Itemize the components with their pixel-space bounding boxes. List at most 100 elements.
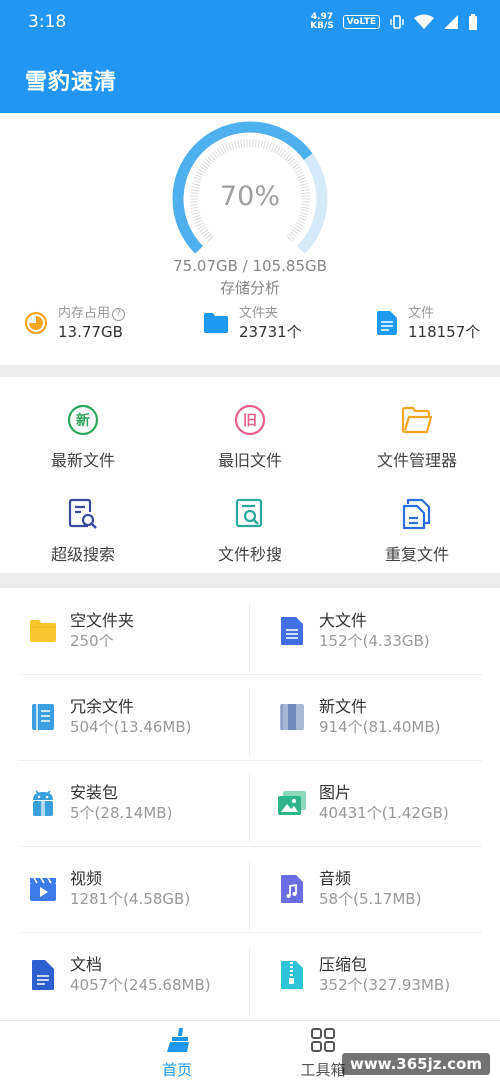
new-file-icon — [280, 704, 304, 730]
bottom-nav: 首页 工具箱 www.365jz.com — [0, 1020, 500, 1083]
gauge-tick — [297, 219, 306, 224]
audio-icon — [281, 875, 303, 903]
category-name: 新文件 — [319, 697, 368, 716]
gauge-tick — [233, 140, 238, 149]
category-apk[interactable]: 安装包 5个(28.14MB) — [28, 760, 268, 846]
battery-icon — [469, 14, 477, 30]
stat-files[interactable]: 文件 118157个 — [376, 305, 480, 341]
stat-folders[interactable]: 文件夹 23731个 — [203, 305, 302, 341]
gauge-tick — [193, 217, 202, 221]
help-icon[interactable]: ? — [112, 308, 126, 321]
svg-text:新: 新 — [76, 412, 90, 429]
file-icon — [377, 311, 397, 335]
status-time: 3:18 — [28, 12, 67, 32]
status-bar: 3:18 4.97 KB/S VoLTE — [0, 0, 500, 44]
gauge-tick — [268, 142, 272, 151]
category-archives[interactable]: 压缩包 352个(327.93MB) — [277, 932, 500, 1018]
signal-icon — [444, 15, 458, 29]
gauge-tick — [243, 139, 246, 148]
volte-icon: VoLTE — [342, 15, 380, 29]
category-empty-folders[interactable]: 空文件夹 250个 — [28, 588, 268, 674]
category-count: 1281个(4.58GB) — [70, 890, 191, 908]
folder-open-icon — [401, 406, 433, 434]
nav-home[interactable]: 首页 — [127, 1027, 227, 1080]
tool-file-manager[interactable]: 文件管理器 — [334, 403, 500, 471]
duplicate-files-icon — [402, 498, 431, 530]
category-name: 冗余文件 — [70, 697, 135, 716]
category-name: 视频 — [70, 869, 103, 888]
gauge-tick — [265, 141, 270, 150]
category-documents[interactable]: 文档 4057个(245.68MB) — [28, 932, 268, 1018]
tool-duplicate-files-label: 重复文件 — [384, 545, 449, 564]
empty-folder-icon — [30, 620, 56, 642]
folder-icon — [204, 313, 228, 333]
gauge-tick — [273, 145, 278, 153]
vibrate-icon — [390, 15, 404, 29]
category-images[interactable]: 图片 40431个(1.42GB) — [277, 760, 500, 846]
gauge-tick — [222, 145, 227, 153]
gauge-tick — [299, 214, 308, 219]
gauge-tick — [296, 222, 304, 227]
tool-quick-search[interactable]: 文件秒搜 — [167, 497, 333, 565]
tool-duplicate-files[interactable]: 重复文件 — [334, 497, 500, 565]
tool-newest-files-label: 最新文件 — [50, 451, 115, 470]
watermark: www.365jz.com — [341, 1053, 490, 1075]
category-name: 压缩包 — [319, 955, 368, 974]
gauge-tick — [194, 219, 203, 224]
image-icon — [278, 791, 306, 815]
category-count: 5个(28.14MB) — [70, 804, 173, 822]
tool-file-manager-label: 文件管理器 — [376, 451, 457, 470]
android-package-icon — [33, 790, 53, 816]
gauge-tick — [193, 177, 202, 181]
gauge-tick — [196, 222, 204, 227]
category-count: 250个 — [70, 632, 114, 650]
tool-oldest-files-label: 最旧文件 — [217, 451, 282, 470]
tool-super-search-label: 超级搜索 — [50, 545, 115, 564]
stat-memory[interactable]: 内存占用? 13.77GB — [24, 305, 126, 341]
new-badge-icon: 新 — [67, 404, 99, 436]
category-new-files[interactable]: 新文件 914个(81.40MB) — [277, 674, 500, 760]
status-icons: 4.97 KB/S VoLTE — [310, 13, 478, 31]
category-videos[interactable]: 视频 1281个(4.58GB) — [28, 846, 268, 932]
category-name: 文档 — [70, 955, 103, 974]
category-count: 914个(81.40MB) — [319, 718, 441, 736]
category-count: 152个(4.33GB) — [319, 632, 430, 650]
gauge-tick — [225, 143, 230, 152]
category-count: 58个(5.17MB) — [319, 890, 422, 908]
gauge-tick — [228, 142, 232, 151]
gauge-tick — [196, 171, 204, 176]
category-audio[interactable]: 音频 58个(5.17MB) — [277, 846, 500, 932]
archive-icon — [281, 961, 303, 989]
category-name: 图片 — [319, 783, 352, 802]
stat-memory-label: 内存占用 — [58, 306, 111, 321]
gauge-tick — [298, 177, 307, 181]
storage-stats: 内存占用? 13.77GB 文件夹 23731个 文件 118157个 — [0, 305, 500, 345]
app-title: 雪豹速清 — [25, 70, 118, 95]
stat-files-value: 118157个 — [408, 323, 481, 341]
document-icon — [32, 960, 54, 990]
app-header: 3:18 4.97 KB/S VoLTE 雪豹速清 — [0, 0, 500, 113]
old-badge-icon: 旧 — [234, 404, 266, 436]
broom-icon — [167, 1028, 189, 1052]
category-redundant-files[interactable]: 冗余文件 504个(13.46MB) — [28, 674, 268, 760]
big-file-icon — [281, 617, 303, 645]
tool-oldest-files[interactable]: 旧 最旧文件 — [167, 403, 333, 471]
gauge-tick — [240, 139, 243, 148]
nav-home-label: 首页 — [161, 1061, 192, 1079]
category-name: 大文件 — [319, 611, 368, 630]
gauge-tick — [257, 139, 260, 148]
category-big-files[interactable]: 大文件 152个(4.33GB) — [277, 588, 500, 674]
storage-card[interactable]: 70% 75.07GB / 105.85GB 存储分析 内存占用? 13.77G… — [0, 113, 500, 365]
grid-icon — [311, 1028, 335, 1052]
gauge-tick — [191, 211, 200, 216]
category-name: 空文件夹 — [70, 611, 135, 630]
category-count: 4057个(245.68MB) — [70, 976, 211, 994]
gauge-tick — [262, 140, 267, 149]
gauge-tick — [230, 141, 235, 150]
stat-folders-value: 23731个 — [239, 323, 302, 341]
category-count: 40431个(1.42GB) — [319, 804, 449, 822]
tool-newest-files[interactable]: 新 最新文件 — [0, 403, 166, 471]
gauge-tick — [270, 143, 275, 152]
storage-analysis-label: 存储分析 — [219, 279, 280, 297]
tool-super-search[interactable]: 超级搜索 — [0, 497, 166, 565]
